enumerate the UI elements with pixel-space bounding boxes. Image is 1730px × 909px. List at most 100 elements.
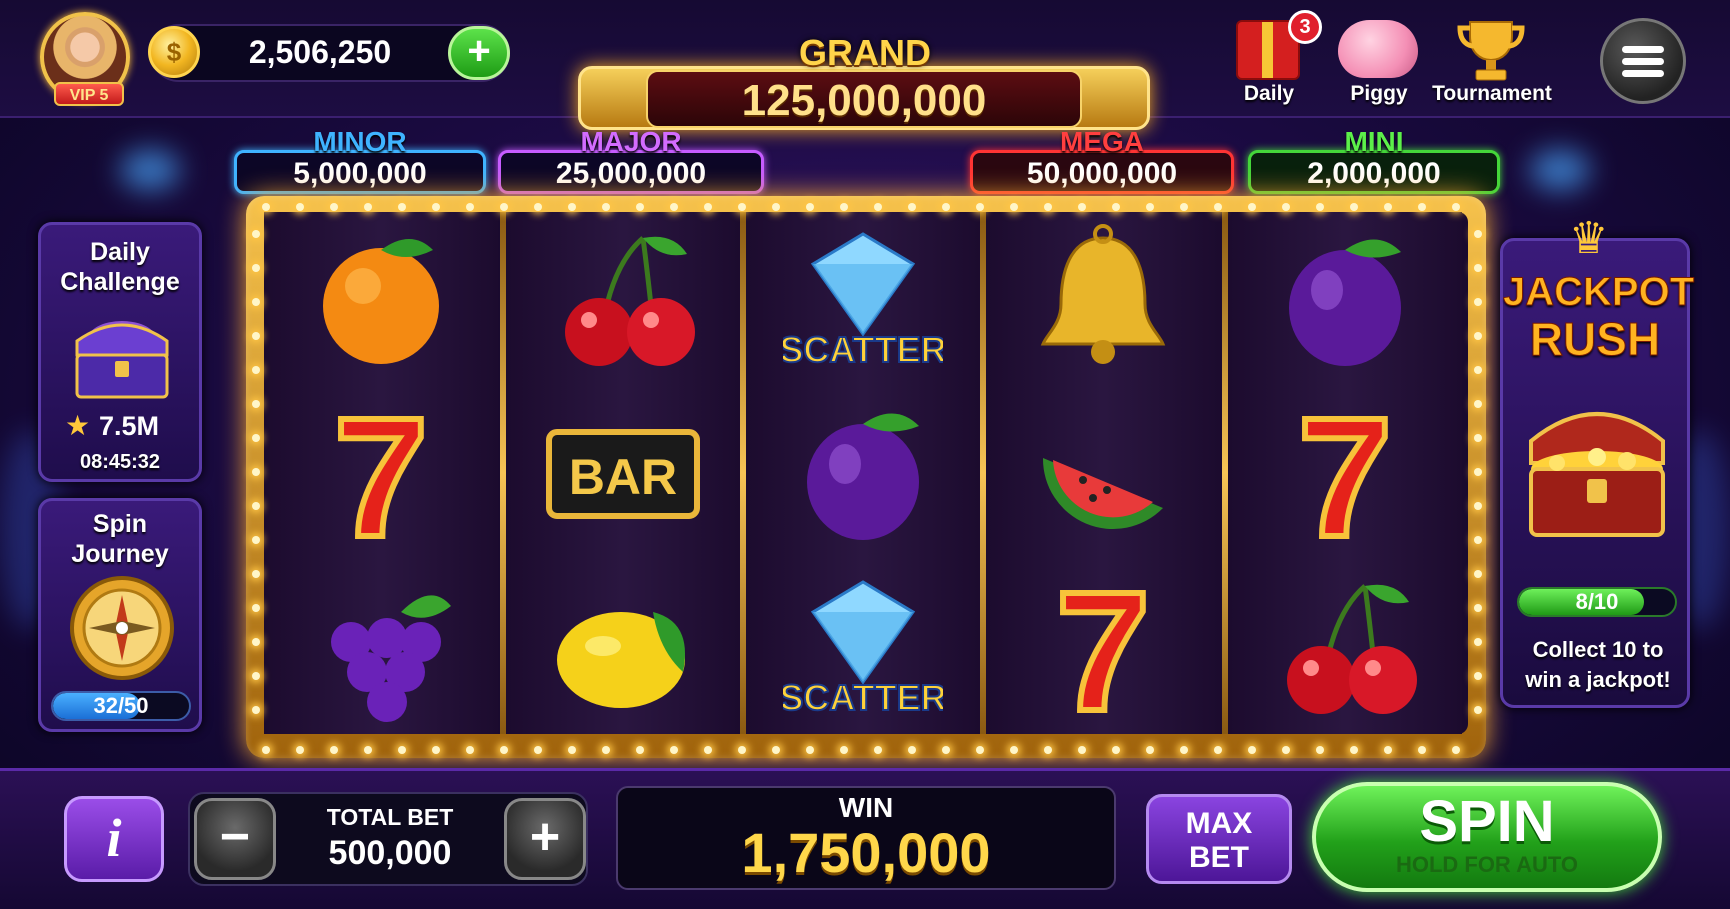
frame-light-bulb xyxy=(252,706,260,714)
frame-light-bulb xyxy=(500,203,508,211)
frame-light-bulb xyxy=(1474,706,1482,714)
add-coins-button[interactable]: + xyxy=(448,26,510,80)
cherries-icon xyxy=(1287,584,1417,714)
win-value: 1,750,000 xyxy=(741,821,991,884)
frame-light-bulb xyxy=(840,203,848,211)
frame-light-bulb xyxy=(602,203,610,211)
cherries-icon xyxy=(565,236,695,366)
reel-separator xyxy=(500,212,506,734)
frame-light-bulb xyxy=(568,203,576,211)
frame-light-bulb xyxy=(1418,203,1426,211)
ambient-light xyxy=(120,150,180,190)
frame-light-bulb xyxy=(942,203,950,211)
frame-light-bulb xyxy=(1418,746,1426,754)
spin-journey-progress-text: 32/50 xyxy=(93,693,149,718)
frame-light-bulb xyxy=(602,746,610,754)
minor-jackpot-label: MINOR xyxy=(313,126,407,157)
menu-icon-bar xyxy=(1622,58,1664,65)
frame-light-bulb xyxy=(534,203,542,211)
frame-light-bulb xyxy=(262,203,270,211)
spin-journey-title: Spin Journey xyxy=(71,510,169,568)
frame-light-bulb xyxy=(670,746,678,754)
spin-journey-progress-bar: 32/50 xyxy=(51,691,191,721)
frame-light-bulb xyxy=(262,746,270,754)
frame-light-bulb xyxy=(364,203,372,211)
total-bet-value: 500,000 xyxy=(328,834,452,872)
increase-bet-button[interactable]: + xyxy=(504,798,586,880)
frame-light-bulb xyxy=(738,203,746,211)
frame-light-bulb xyxy=(1146,203,1154,211)
lemon-icon xyxy=(557,612,685,708)
svg-text:7: 7 xyxy=(1298,398,1393,548)
frame-light-bulb xyxy=(942,746,950,754)
daily-challenge-panel[interactable]: Daily Challenge ★ 7.5M 08:45:32 xyxy=(38,222,202,482)
reel-separator xyxy=(740,212,746,734)
major-jackpot-label: MAJOR xyxy=(580,126,682,157)
max-bet-line2: BET xyxy=(1189,841,1249,874)
daily-notification-badge: 3 xyxy=(1288,10,1322,44)
menu-icon-bar xyxy=(1622,70,1664,77)
frame-light-bulb xyxy=(1474,366,1482,374)
bar-icon: BAR xyxy=(546,429,700,519)
frame-light-bulb xyxy=(976,746,984,754)
plum-icon xyxy=(1289,239,1401,366)
frame-light-bulb xyxy=(1474,638,1482,646)
frame-light-bulb xyxy=(1474,604,1482,612)
frame-light-bulb xyxy=(1078,203,1086,211)
frame-light-bulb xyxy=(1384,203,1392,211)
frame-light-bulb xyxy=(252,298,260,306)
info-button[interactable]: i xyxy=(64,796,164,882)
max-bet-line1: MAX xyxy=(1185,807,1253,840)
frame-light-bulb xyxy=(534,746,542,754)
frame-light-bulb xyxy=(1010,746,1018,754)
frame-light-bulb xyxy=(296,746,304,754)
svg-text:BAR: BAR xyxy=(569,449,677,505)
seven-icon: 7 xyxy=(331,398,432,548)
jackpot-rush-title-line2: RUSH xyxy=(1529,313,1661,366)
max-bet-button[interactable]: MAX BET xyxy=(1146,794,1292,884)
crown-icon: ♛ xyxy=(1569,214,1609,263)
seven-icon: 7 xyxy=(1053,572,1154,722)
frame-light-bulb xyxy=(1474,400,1482,408)
frame-light-bulb xyxy=(1112,746,1120,754)
frame-light-bulb xyxy=(330,746,338,754)
star-icon: ★ xyxy=(65,410,91,441)
spin-journey-panel[interactable]: Spin Journey 32/50 xyxy=(38,498,202,732)
mini-jackpot-label: MINI xyxy=(1344,126,1404,157)
daily-challenge-timer: 08:45:32 xyxy=(79,451,161,473)
frame-light-bulb xyxy=(1044,203,1052,211)
jackpot-rush-panel[interactable]: ♛ JACKPOT RUSH 8/10 Collect 10 to win a … xyxy=(1500,214,1695,708)
frame-light-bulb xyxy=(1010,203,1018,211)
frame-light-bulb xyxy=(1474,468,1482,476)
reel-separator xyxy=(980,212,986,734)
frame-light-bulb xyxy=(1316,203,1324,211)
svg-text:7: 7 xyxy=(334,398,429,548)
frame-light-bulb xyxy=(1384,746,1392,754)
frame-light-bulb xyxy=(1474,434,1482,442)
frame-light-bulb xyxy=(252,672,260,680)
frame-light-bulb xyxy=(252,400,260,408)
minor-jackpot: 5,000,000 MINOR xyxy=(234,126,486,198)
frame-light-bulb xyxy=(772,203,780,211)
frame-light-bulb xyxy=(1474,502,1482,510)
bell-icon xyxy=(1040,224,1166,364)
frame-light-bulb xyxy=(1214,203,1222,211)
jackpot-rush-description: Collect 10 to win a jackpot! xyxy=(1525,637,1671,692)
frame-light-bulb xyxy=(1474,570,1482,578)
frame-light-bulb xyxy=(364,746,372,754)
frame-light-bulb xyxy=(1214,746,1222,754)
daily-challenge-reward: 7.5M xyxy=(99,411,160,441)
scatter-diamond-icon: SCATTER xyxy=(783,232,943,371)
frame-light-bulb xyxy=(330,203,338,211)
mega-jackpot-label: MEGA xyxy=(1060,126,1144,157)
frame-light-bulb xyxy=(568,746,576,754)
frame-light-bulb xyxy=(636,746,644,754)
piggy-bank-icon xyxy=(1338,20,1418,78)
decrease-bet-button[interactable]: − xyxy=(194,798,276,880)
frame-light-bulb xyxy=(1350,746,1358,754)
frame-light-bulb xyxy=(1146,746,1154,754)
frame-light-bulb xyxy=(908,203,916,211)
menu-icon-bar xyxy=(1622,46,1664,53)
frame-light-bulb xyxy=(1282,746,1290,754)
frame-light-bulb xyxy=(500,746,508,754)
